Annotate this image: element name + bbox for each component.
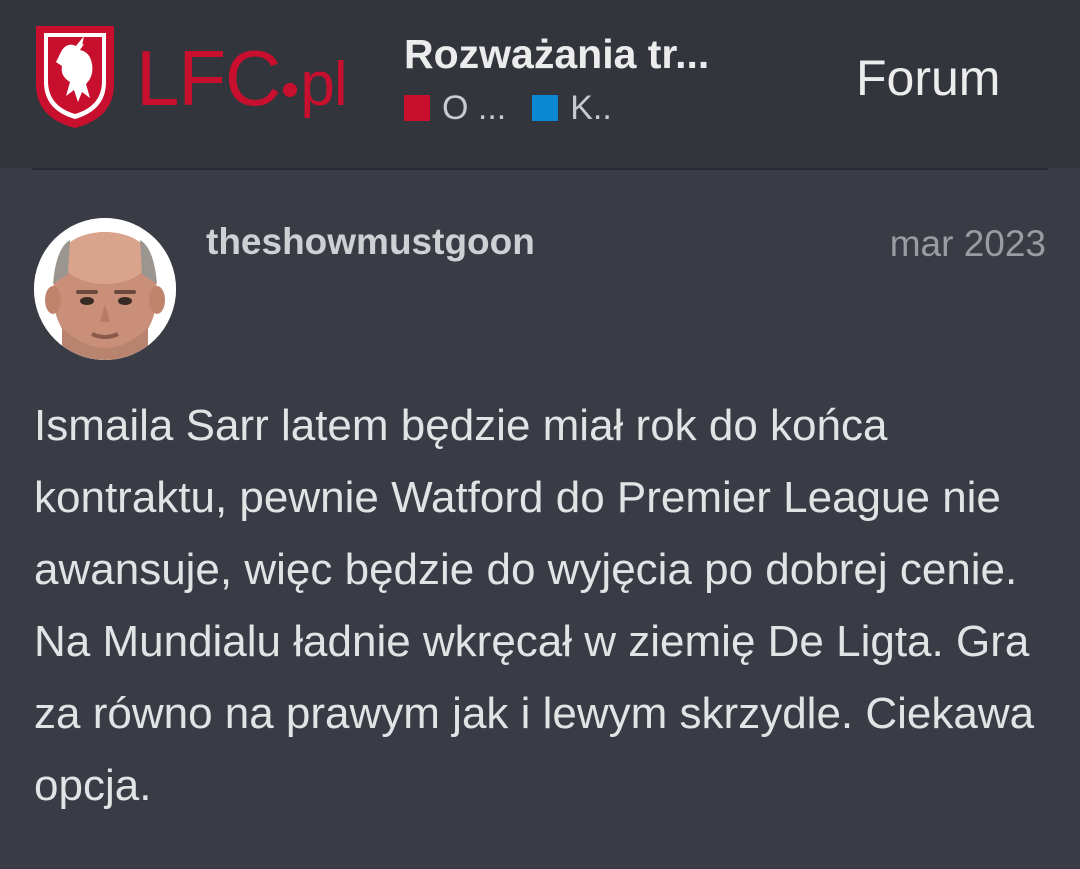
user-face-icon xyxy=(34,218,176,360)
forum-post: theshowmustgoon mar 2023 Ismaila Sarr la… xyxy=(0,170,1080,869)
category-badges: O ... K.. xyxy=(404,88,638,128)
category-badge-1[interactable]: O ... xyxy=(404,89,506,128)
category-color-square xyxy=(532,95,559,121)
logo-text-main: LFC xyxy=(136,34,281,122)
site-logo-link[interactable]: LFC pl xyxy=(32,22,377,132)
category-badge-2[interactable]: K.. xyxy=(532,89,612,128)
site-header: LFC pl Rozważania tr... O ... K.. Forum xyxy=(0,0,1080,168)
logo-wordmark: LFC pl xyxy=(136,32,348,124)
post-date[interactable]: mar 2023 xyxy=(890,222,1046,266)
category-color-square xyxy=(404,95,430,121)
logo-text-tld: pl xyxy=(300,50,347,119)
liverbird-crest-icon xyxy=(36,26,114,128)
post-body: Ismaila Sarr latem będzie miał rok do ko… xyxy=(34,401,1035,810)
category-label: O ... xyxy=(442,88,507,127)
avatar[interactable] xyxy=(34,218,176,360)
category-label: K.. xyxy=(570,88,612,127)
topic-title[interactable]: Rozważania tr... xyxy=(404,30,764,78)
forum-link[interactable]: Forum xyxy=(856,48,1000,108)
post-author-username[interactable]: theshowmustgoon xyxy=(206,220,535,264)
logo-dot xyxy=(283,83,298,97)
